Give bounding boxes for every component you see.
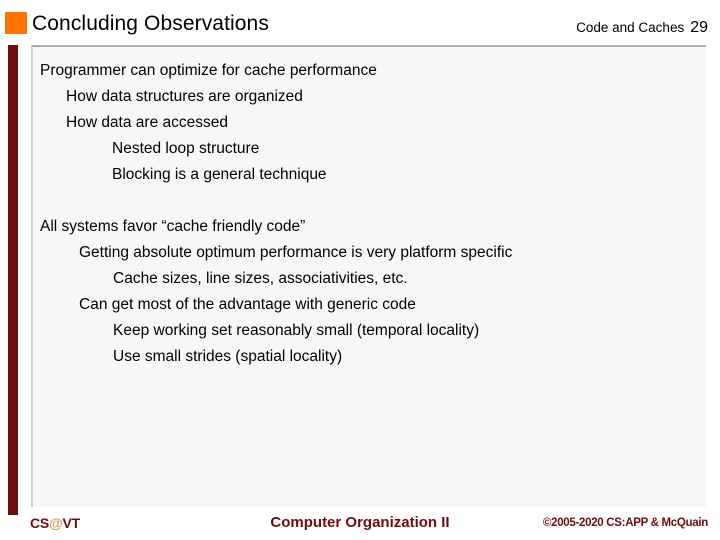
- header-chapter-info: Code and Caches 29: [576, 19, 708, 37]
- page-title: Concluding Observations: [32, 12, 269, 35]
- bullet-line: Keep working set reasonably small (tempo…: [113, 322, 480, 339]
- slide-page-number: 29: [690, 19, 708, 36]
- header-chapter-label: Code and Caches: [576, 20, 685, 35]
- bullet-line: Blocking is a general technique: [112, 166, 327, 183]
- bullet-line: Can get most of the advantage with gener…: [79, 296, 416, 313]
- bullet-line: Cache sizes, line sizes, associativities…: [113, 270, 408, 287]
- copyright-notice: ©2005-2020 CS:APP & McQuain: [542, 517, 708, 529]
- bullet-line: How data structures are organized: [66, 88, 303, 105]
- bullet-line: Nested loop structure: [112, 140, 260, 157]
- bullet-line: Use small strides (spatial locality): [113, 348, 343, 365]
- bullet-line: Programmer can optimize for cache perfor…: [40, 62, 377, 79]
- left-accent-bar: [8, 45, 18, 515]
- bullet-line: How data are accessed: [66, 114, 228, 131]
- slide-body: Programmer can optimize for cache perfor…: [40, 58, 700, 370]
- bullet-line: All systems favor “cache friendly code”: [40, 218, 306, 235]
- slide-footer: CS@VT Computer Organization II ©2005-202…: [0, 512, 720, 540]
- header-accent-square: [5, 12, 27, 34]
- bullet-line: Getting absolute optimum performance is …: [79, 244, 513, 261]
